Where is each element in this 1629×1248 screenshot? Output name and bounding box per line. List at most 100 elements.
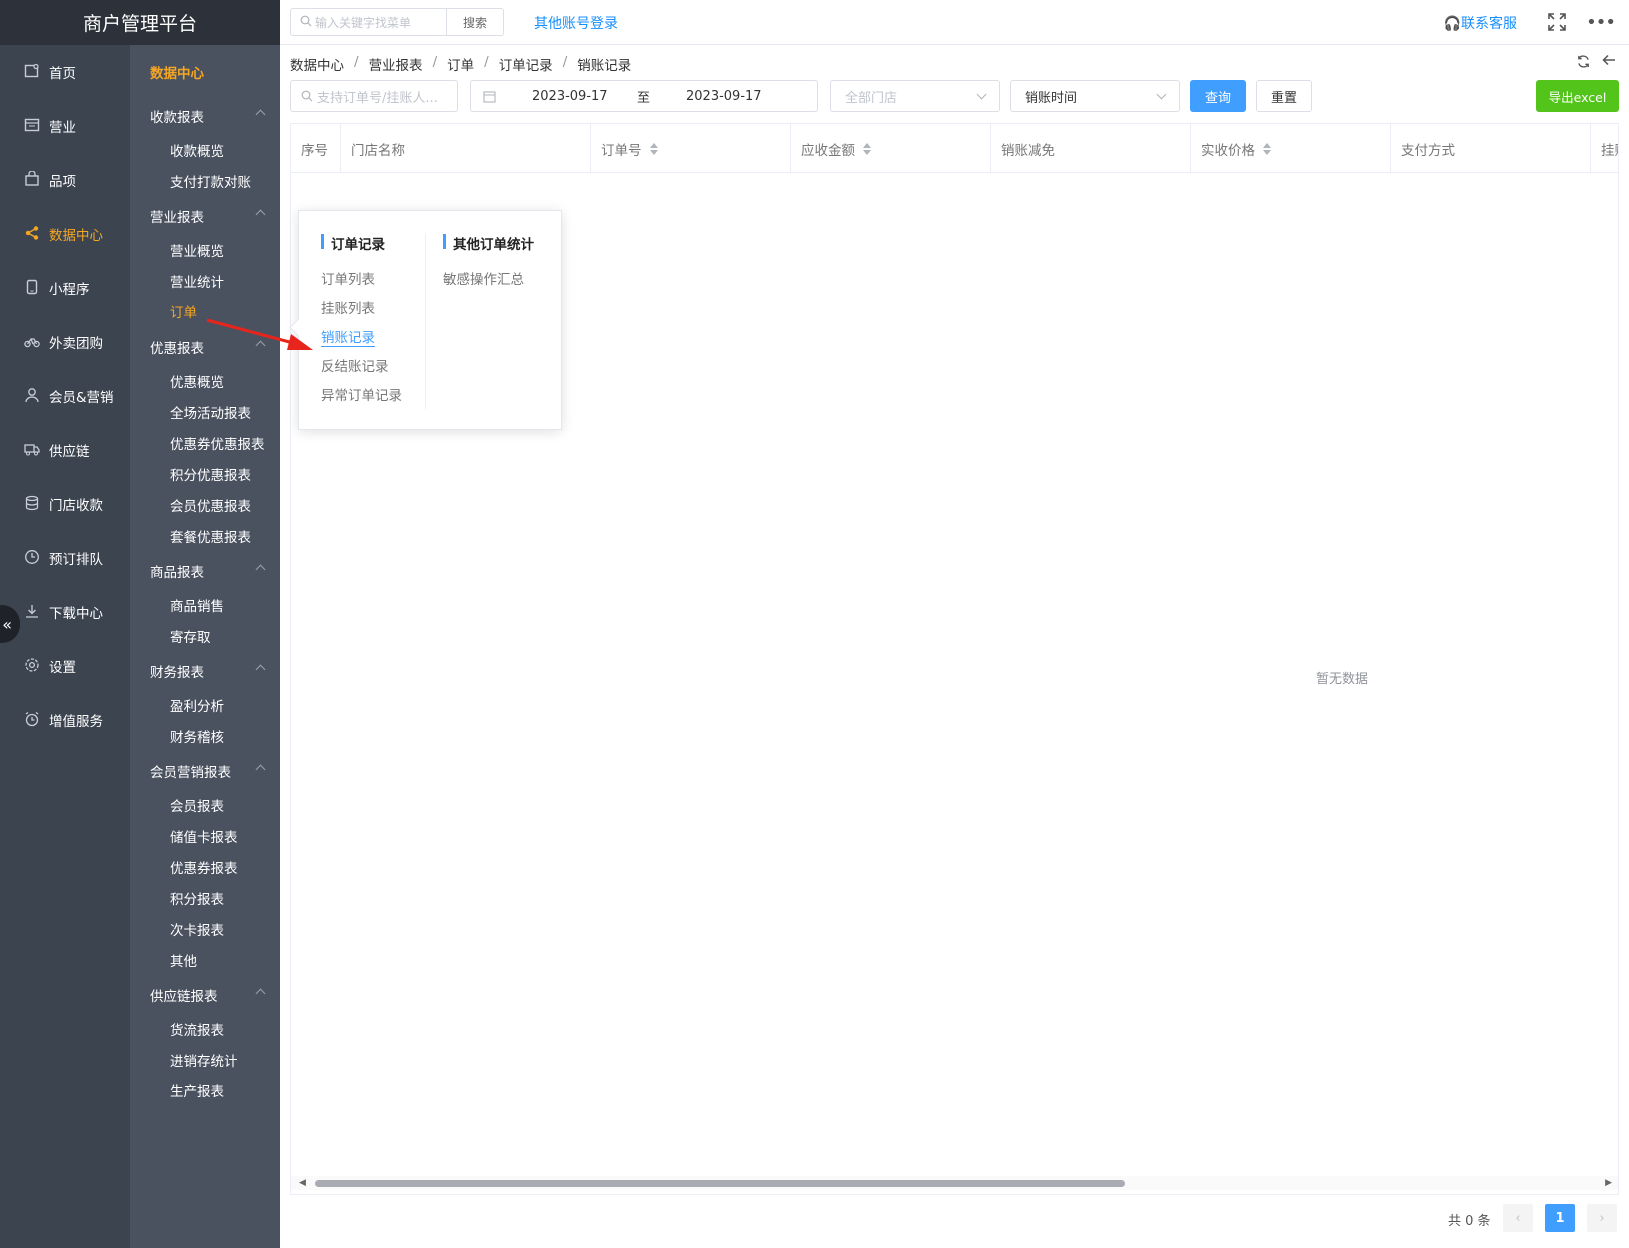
scroll-left-icon[interactable]: ◀ [299,1178,306,1188]
top-bar: 输入关键字找菜单 搜索 其他账号登录 🎧联系客服 ••• [280,0,1629,45]
subnav-item[interactable]: 进销存统计 [170,1050,238,1070]
nav-supply[interactable]: 供应链 [0,430,130,470]
subnav-item[interactable]: 会员优惠报表 [170,495,251,515]
column-header: 序号 [291,124,341,173]
subnav-item[interactable]: 盈利分析 [170,695,224,715]
chevron-up-icon[interactable] [255,664,266,675]
reset-button[interactable]: 重置 [1256,80,1312,112]
chevron-up-icon[interactable] [255,209,266,220]
nav-member[interactable]: 会员&营销 [0,376,130,416]
subnav-item[interactable]: 优惠券优惠报表 [170,433,265,453]
scrollbar-thumb[interactable] [315,1180,1125,1187]
fullscreen-icon[interactable] [1547,12,1567,32]
nav-store-payment[interactable]: 门店收款 [0,484,130,524]
download-icon [24,603,42,621]
time-type-select[interactable]: 销账时间 [1010,80,1180,112]
sort-icon[interactable] [649,142,658,155]
column-header-sortable[interactable]: 订单号 [591,124,791,173]
sort-icon[interactable] [1263,142,1271,155]
clock-icon [24,549,42,567]
section-title[interactable]: 优惠报表 [150,337,204,357]
popover-item-active[interactable]: 销账记录 [321,326,375,347]
section-title[interactable]: 供应链报表 [150,985,218,1005]
subnav-item[interactable]: 寄存取 [170,626,211,646]
subnav-item[interactable]: 财务稽核 [170,726,224,746]
popover-item[interactable]: 敏感操作汇总 [443,268,524,288]
column-header-sortable[interactable]: 应收金额 [791,124,991,173]
subnav-item[interactable]: 套餐优惠报表 [170,526,251,546]
nav-items[interactable]: 品项 [0,160,130,200]
more-icon[interactable]: ••• [1586,12,1616,33]
chevron-up-icon[interactable] [255,988,266,999]
date-end[interactable]: 2023-09-17 [686,89,762,104]
breadcrumb-item[interactable]: 营业报表 [369,54,423,74]
section-title[interactable]: 财务报表 [150,661,204,681]
popover-item[interactable]: 挂账列表 [321,297,375,317]
subnav-item[interactable]: 营业统计 [170,271,224,291]
nav-business[interactable]: 营业 [0,106,130,146]
page-number-button[interactable]: 1 [1545,1204,1575,1232]
date-range-picker[interactable]: 2023-09-17 至 2023-09-17 [470,80,818,112]
popover-item[interactable]: 异常订单记录 [321,384,402,404]
order-search-input[interactable]: 支持订单号/挂账人... [290,80,458,112]
column-header-sortable[interactable]: 实收价格 [1191,124,1391,173]
chevron-up-icon[interactable] [255,109,266,120]
section-title[interactable]: 收款报表 [150,106,204,126]
store-select-placeholder: 全部门店 [845,90,898,106]
scroll-right-icon[interactable]: ▶ [1605,1178,1612,1188]
popover-item[interactable]: 反结账记录 [321,355,389,375]
phone-icon [24,279,42,297]
other-account-login-link[interactable]: 其他账号登录 [534,13,618,33]
nav-label: 门店收款 [49,498,103,514]
date-start[interactable]: 2023-09-17 [532,89,608,104]
subnav-item[interactable]: 会员报表 [170,795,224,815]
breadcrumb-item[interactable]: 订单 [447,54,474,74]
section-title[interactable]: 商品报表 [150,561,204,581]
menu-search-input[interactable]: 输入关键字找菜单 [290,8,446,36]
query-button[interactable]: 查询 [1190,80,1246,112]
breadcrumb-item[interactable]: 订单记录 [499,54,553,74]
subnav-item[interactable]: 货流报表 [170,1019,224,1039]
nav-takeout[interactable]: 外卖团购 [0,322,130,362]
subnav-item[interactable]: 生产报表 [170,1080,224,1100]
sort-icon[interactable] [863,142,871,155]
subnav-item[interactable]: 积分优惠报表 [170,464,251,484]
breadcrumb-item[interactable]: 数据中心 [290,54,344,74]
export-excel-button[interactable]: 导出excel [1536,80,1619,112]
subnav-item[interactable]: 营业概览 [170,240,224,260]
horizontal-scrollbar[interactable]: ◀ ▶ [291,1176,1618,1190]
prev-page-button[interactable]: ‹ [1503,1204,1533,1232]
popover-item[interactable]: 订单列表 [321,268,375,288]
nav-reservation[interactable]: 预订排队 [0,538,130,578]
subnav-item[interactable]: 其他 [170,950,197,970]
nav-settings[interactable]: 设置 [0,646,130,686]
subnav-item[interactable]: 优惠券报表 [170,857,238,877]
back-arrow-icon[interactable] [1602,52,1616,71]
contact-support-link[interactable]: 🎧联系客服 [1444,13,1517,33]
store-select[interactable]: 全部门店 [830,80,1000,112]
chevron-up-icon[interactable] [255,564,266,575]
nav-label: 设置 [49,660,76,676]
time-type-value: 销账时间 [1025,90,1078,106]
chevron-up-icon[interactable] [255,764,266,775]
subnav-item[interactable]: 全场活动报表 [170,402,251,422]
subnav-item[interactable]: 商品销售 [170,595,224,615]
chevron-down-icon [976,89,987,100]
annotation-arrow [206,318,313,350]
subnav-item[interactable]: 收款概览 [170,140,224,160]
subnav-item[interactable]: 次卡报表 [170,919,224,939]
nav-home[interactable]: 首页 [0,52,130,92]
section-title[interactable]: 会员营销报表 [150,761,231,781]
nav-data-center[interactable]: 数据中心 [0,214,130,254]
subnav-item[interactable]: 积分报表 [170,888,224,908]
nav-value-added[interactable]: 增值服务 [0,700,130,740]
subnav-item-order[interactable]: 订单 [170,301,197,321]
refresh-icon[interactable] [1576,54,1591,73]
nav-miniprogram[interactable]: 小程序 [0,268,130,308]
next-page-button[interactable]: › [1587,1204,1617,1232]
subnav-item[interactable]: 支付打款对账 [170,171,251,191]
menu-search-button[interactable]: 搜索 [446,8,504,36]
section-title[interactable]: 营业报表 [150,206,204,226]
subnav-item[interactable]: 储值卡报表 [170,826,238,846]
subnav-item[interactable]: 优惠概览 [170,371,224,391]
